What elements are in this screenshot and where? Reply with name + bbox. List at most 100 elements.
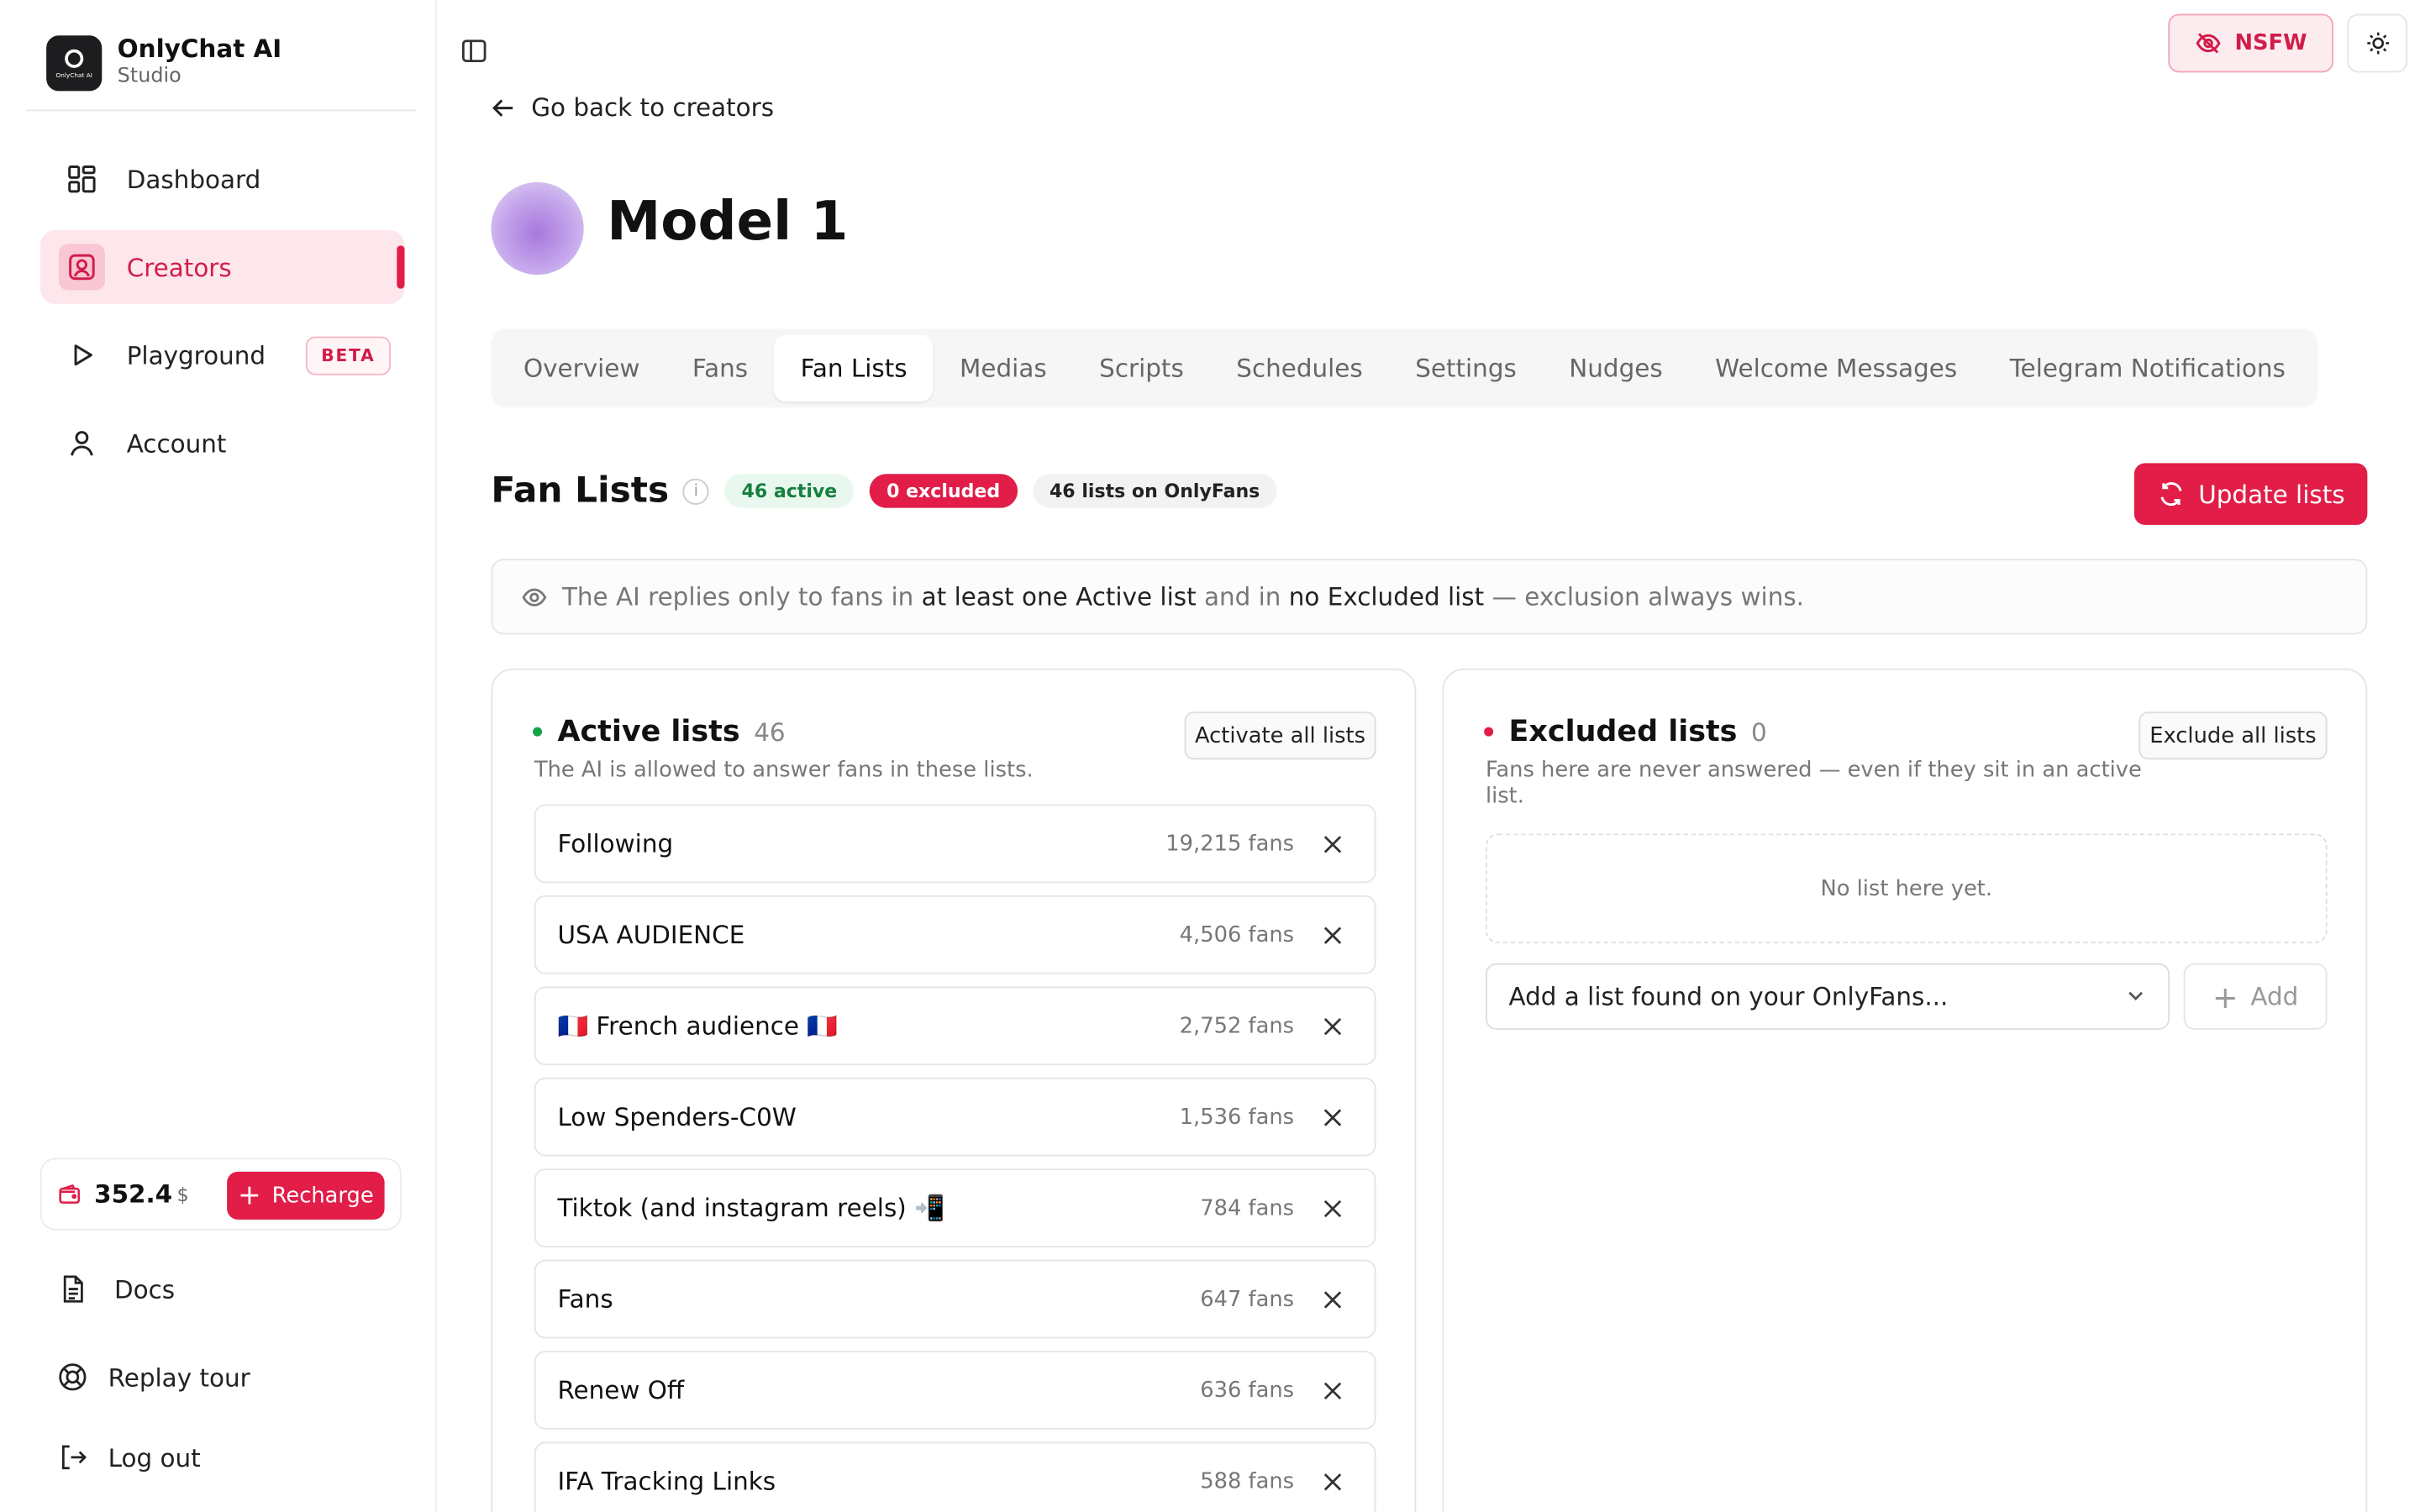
dashboard-grid-icon: [65, 162, 98, 196]
sidebar-toggle-icon[interactable]: [460, 37, 488, 65]
wallet-icon: [57, 1182, 82, 1206]
play-icon: [65, 338, 98, 371]
back-to-creators-link[interactable]: Go back to creators: [491, 92, 774, 122]
notice-strong-1: at least one Active list: [921, 581, 1197, 612]
excluded-count-badge: 0 excluded: [869, 474, 1018, 508]
sidebar-item-label: Docs: [113, 1274, 176, 1305]
list-item: Tiktok (and instagram reels) 📲 784 fans: [534, 1168, 1376, 1247]
exclude-all-button[interactable]: Exclude all lists: [2139, 711, 2328, 760]
notice-text-1: The AI replies only to fans in: [561, 581, 922, 612]
logout-icon: [55, 1441, 89, 1474]
list-fans-count: 19,215 fans: [1165, 831, 1295, 857]
tab-schedules[interactable]: Schedules: [1210, 335, 1389, 402]
back-label: Go back to creators: [531, 92, 775, 123]
brand-divider: [26, 109, 416, 112]
active-lists-title: Active lists: [557, 714, 740, 749]
tab-overview[interactable]: Overview: [497, 335, 666, 402]
notice-text-2: and in: [1196, 581, 1289, 612]
update-lists-button[interactable]: Update lists: [2133, 463, 2368, 525]
list-name: Tiktok (and instagram reels) 📲: [557, 1193, 945, 1223]
rules-notice: The AI replies only to fans in at least …: [491, 559, 2368, 635]
tab-fans[interactable]: Fans: [666, 335, 775, 402]
sidebar-item-docs[interactable]: Docs: [55, 1271, 411, 1308]
tab-medias[interactable]: Medias: [934, 335, 1073, 402]
sidebar-item-creators[interactable]: Creators: [39, 229, 405, 305]
sidebar-item-logout-wrap: Log out: [55, 1439, 411, 1476]
list-name: Renew Off: [557, 1375, 685, 1405]
list-item: Following 19,215 fans: [534, 804, 1376, 884]
arrow-left-icon: [491, 95, 515, 119]
close-icon[interactable]: [1322, 1015, 1344, 1037]
update-lists-label: Update lists: [2198, 479, 2345, 509]
tab-settings[interactable]: Settings: [1389, 335, 1543, 402]
list-fans-count: 4,506 fans: [1179, 922, 1295, 948]
document-icon: [55, 1272, 89, 1305]
brand-subtitle: Studio: [117, 65, 182, 88]
brand[interactable]: OnlyChat AI OnlyChat AI Studio: [46, 34, 282, 92]
sidebar-item-label: Playground: [126, 340, 266, 370]
sidebar-item-label: Log out: [108, 1442, 201, 1473]
chevron-down-icon: [2125, 985, 2147, 1007]
list-name: USA AUDIENCE: [557, 920, 745, 950]
nsfw-toggle-button[interactable]: NSFW: [2168, 13, 2333, 73]
recharge-label: Recharge: [271, 1183, 374, 1209]
refresh-icon: [2157, 480, 2185, 508]
close-icon[interactable]: [1322, 832, 1344, 854]
sidebar-item-logout[interactable]: Log out: [55, 1439, 411, 1476]
avatar: [491, 181, 584, 276]
list-item: Low Spenders-C0W 1,536 fans: [534, 1077, 1376, 1157]
list-fans-count: 588 fans: [1200, 1468, 1295, 1494]
list-item: USA AUDIENCE 4,506 fans: [534, 895, 1376, 974]
tab-telegram-notifications[interactable]: Telegram Notifications: [1983, 335, 2312, 402]
list-fans-count: 784 fans: [1200, 1195, 1295, 1221]
close-icon[interactable]: [1322, 924, 1344, 946]
active-count-badge: 46 active: [724, 474, 855, 508]
close-icon[interactable]: [1322, 1471, 1344, 1493]
notice-text-3: — exclusion always wins.: [1484, 581, 1805, 612]
list-fans-count: 647 fans: [1200, 1286, 1295, 1312]
sidebar-item-dashboard[interactable]: Dashboard: [40, 142, 405, 216]
theme-toggle-button[interactable]: [2347, 13, 2408, 73]
tab-welcome-messages[interactable]: Welcome Messages: [1689, 335, 1984, 402]
list-item: 🇫🇷 French audience 🇫🇷 2,752 fans: [534, 986, 1376, 1066]
list-name: IFA Tracking Links: [557, 1466, 776, 1496]
close-icon[interactable]: [1322, 1197, 1344, 1219]
add-list-select[interactable]: Add a list found on your OnlyFans...: [1485, 963, 2170, 1030]
lifebuoy-icon: [55, 1360, 89, 1394]
empty-state: No list here yet.: [1485, 833, 2328, 943]
user-icon: [65, 426, 98, 459]
close-icon[interactable]: [1322, 1106, 1344, 1128]
beta-badge: BETA: [305, 335, 392, 375]
sidebar-item-account[interactable]: Account: [40, 406, 405, 480]
info-icon[interactable]: i: [682, 477, 709, 505]
active-lists-panel: Active lists 46 The AI is allowed to ans…: [491, 668, 1417, 1512]
sidebar: OnlyChat AI OnlyChat AI Studio Dashboard: [0, 0, 438, 1512]
onlyfans-lists-badge: 46 lists on OnlyFans: [1032, 474, 1277, 508]
tab-nudges[interactable]: Nudges: [1543, 335, 1689, 402]
tab-scripts[interactable]: Scripts: [1073, 335, 1210, 402]
close-icon[interactable]: [1322, 1289, 1344, 1310]
sidebar-item-playground[interactable]: Playground BETA: [40, 318, 405, 392]
recharge-button[interactable]: + Recharge: [227, 1171, 385, 1220]
list-fans-count: 2,752 fans: [1179, 1013, 1295, 1038]
page-title: Model 1: [607, 191, 849, 254]
excluded-subtitle-line-1: Fans here are never answered — even if t…: [1485, 758, 2142, 783]
section-title: Fan Lists: [491, 470, 670, 512]
sidebar-item-label: Dashboard: [126, 164, 261, 194]
wallet-amount: 352.4: [94, 1179, 173, 1209]
list-name: 🇫🇷 French audience 🇫🇷: [557, 1011, 838, 1041]
tab-fan-lists[interactable]: Fan Lists: [774, 334, 934, 402]
brand-title: OnlyChat AI: [117, 34, 282, 64]
close-icon[interactable]: [1322, 1379, 1344, 1401]
list-name: Following: [557, 828, 674, 858]
sidebar-item-label: Account: [126, 428, 227, 458]
sidebar-item-docs-wrap: Docs: [55, 1271, 411, 1308]
brand-logo: OnlyChat AI: [46, 35, 103, 92]
nsfw-label: NSFW: [2234, 30, 2307, 56]
activate-all-button[interactable]: Activate all lists: [1184, 711, 1376, 760]
add-list-button[interactable]: + Add: [2183, 963, 2328, 1030]
active-status-dot: [533, 727, 543, 737]
add-label: Add: [2250, 981, 2299, 1011]
active-lists-subtitle: The AI is allowed to answer fans in thes…: [534, 758, 1034, 783]
sidebar-item-replay-tour[interactable]: Replay tour: [55, 1358, 411, 1395]
